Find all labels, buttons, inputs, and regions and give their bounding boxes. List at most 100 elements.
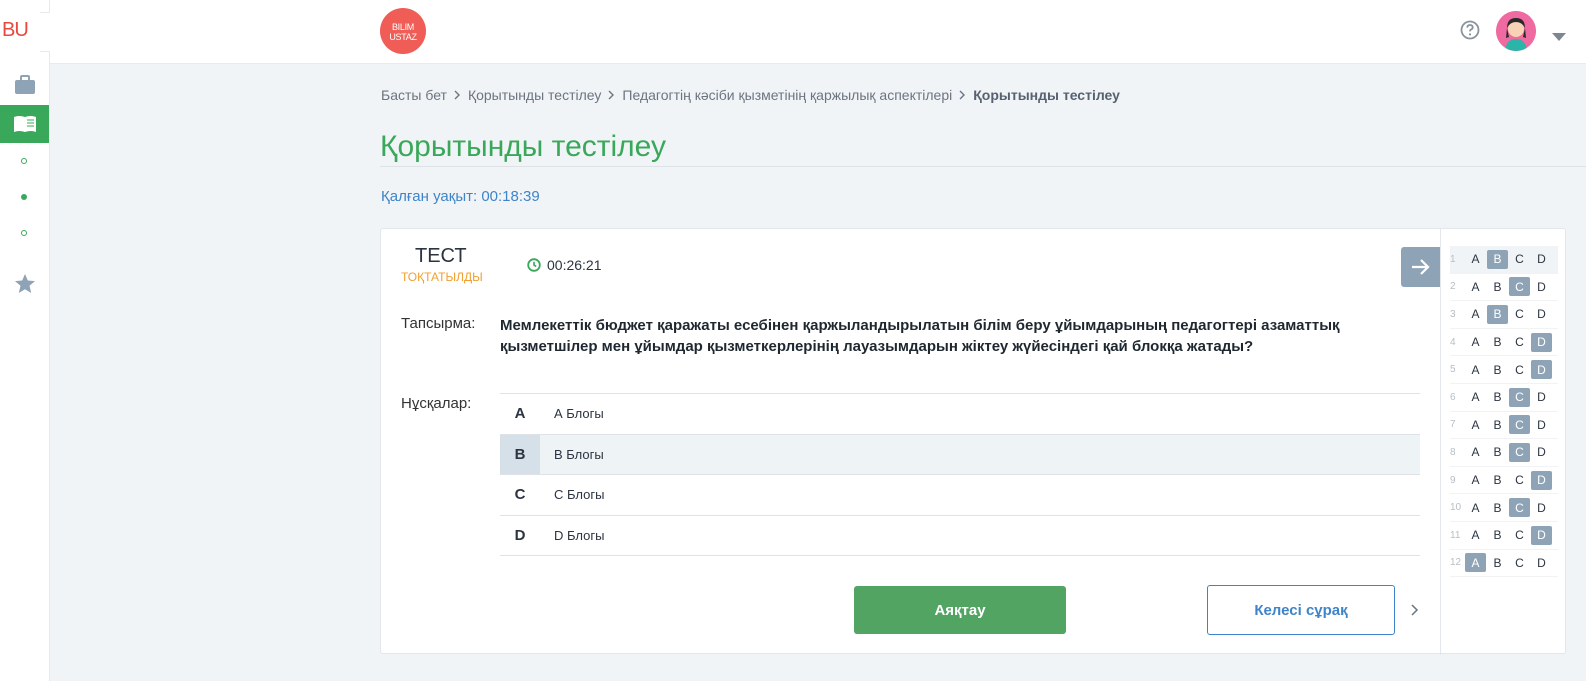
next-chevron-button[interactable] <box>1411 603 1419 621</box>
answer-sheet-row[interactable]: 2ABCD <box>1450 274 1558 302</box>
answer-sheet-row[interactable]: 5ABCD <box>1450 356 1558 384</box>
option-letter: A <box>514 405 526 423</box>
answer-cell-c[interactable]: C <box>1509 387 1530 407</box>
answer-sheet-row[interactable]: 9ABCD <box>1450 467 1558 495</box>
answer-cell-b[interactable]: B <box>1487 498 1508 517</box>
answer-sheet-row[interactable]: 12 A B C D <box>1450 550 1558 578</box>
answer-sheet-row[interactable]: 8ABCD <box>1450 439 1558 467</box>
answer-cell-c[interactable]: C <box>1509 553 1530 572</box>
answer-cell-c[interactable]: C <box>1509 250 1530 269</box>
answer-option-b[interactable]: B В Блогы <box>500 434 1420 475</box>
option-text: А Блогы <box>554 406 604 422</box>
answer-cell-b[interactable]: B <box>1487 360 1508 379</box>
answer-cell-c[interactable]: C <box>1509 305 1530 324</box>
answer-cell-d[interactable]: D <box>1531 443 1552 462</box>
answer-cell-a[interactable]: A <box>1465 360 1486 379</box>
answer-cell-d[interactable]: D <box>1531 498 1552 517</box>
user-avatar[interactable] <box>1496 11 1536 51</box>
answer-cell-a[interactable]: A <box>1465 415 1486 434</box>
option-text: D Блогы <box>554 527 605 543</box>
answer-sheet-row[interactable]: 3ABCD <box>1450 301 1558 329</box>
answer-cell-d[interactable]: D <box>1531 415 1552 434</box>
answer-cell-d[interactable]: D <box>1531 470 1552 490</box>
sidebar-item-favorites[interactable] <box>0 264 49 302</box>
answer-cell-a[interactable]: A <box>1465 333 1486 352</box>
answer-cell-b[interactable]: B <box>1487 553 1508 572</box>
test-status-badge: ТОҚТАТЫЛДЫ <box>401 270 483 284</box>
test-timer: 00:26:21 <box>527 257 602 273</box>
answer-cell-b[interactable]: B <box>1487 526 1508 545</box>
question-number: 4 <box>1450 336 1456 348</box>
answer-cell-b[interactable]: B <box>1487 304 1508 324</box>
answer-cell-d[interactable]: D <box>1531 250 1552 269</box>
answer-cell-b[interactable]: B <box>1487 249 1508 269</box>
toggle-answer-sheet-button[interactable] <box>1401 247 1441 287</box>
help-button[interactable] <box>1460 20 1480 45</box>
answer-cell-d[interactable]: D <box>1531 305 1552 324</box>
answer-sheet-row[interactable]: 1ABCD <box>1450 246 1558 274</box>
sidebar-item-courses[interactable] <box>0 105 49 143</box>
answer-options: A А Блогы B В Блогы C С Блогы D D Блогы <box>500 393 1420 556</box>
answer-cell-b[interactable]: B <box>1487 333 1508 352</box>
sidebar-subitem-dot[interactable] <box>21 230 27 236</box>
user-menu-toggle[interactable] <box>1552 28 1566 46</box>
breadcrumb-current: Қорытынды тестілеу <box>973 87 1120 103</box>
finish-button[interactable]: Аяқтау <box>854 586 1066 634</box>
option-text: С Блогы <box>554 487 605 503</box>
answer-cell-c[interactable]: C <box>1509 498 1530 518</box>
answer-sheet-row[interactable]: 11 A B C D <box>1450 522 1558 550</box>
answer-sheet-row[interactable]: 4ABCD <box>1450 329 1558 357</box>
answer-sheet-row[interactable]: 10 A B C D <box>1450 494 1558 522</box>
answer-cell-d[interactable]: D <box>1531 277 1552 296</box>
sidebar-subitem-dot-active[interactable] <box>21 194 27 200</box>
caret-down-icon <box>1552 33 1566 41</box>
answer-cell-a[interactable]: A <box>1465 305 1486 324</box>
answer-cell-b[interactable]: B <box>1487 415 1508 434</box>
breadcrumb-course-link[interactable]: Педагогтің кәсіби қызметінің қаржылық ас… <box>622 87 952 103</box>
answer-cell-c[interactable]: C <box>1509 415 1530 435</box>
answer-cell-a[interactable]: A <box>1465 498 1486 517</box>
answer-cell-c[interactable]: C <box>1509 277 1530 297</box>
question-number: 7 <box>1450 419 1456 431</box>
answer-cell-a[interactable]: A <box>1465 443 1486 462</box>
answer-option-c[interactable]: C С Блогы <box>500 475 1420 516</box>
answer-cell-d[interactable]: D <box>1531 388 1552 407</box>
answer-cell-d[interactable]: D <box>1531 553 1552 572</box>
topbar: BILIM USTAZ <box>50 0 1586 64</box>
answer-option-a[interactable]: A А Блогы <box>500 394 1420 435</box>
answer-cell-a[interactable]: A <box>1465 388 1486 407</box>
answer-cell-c[interactable]: C <box>1509 360 1530 379</box>
options-label: Нұсқалар: <box>401 395 472 412</box>
answer-sheet-row[interactable]: 6ABCD <box>1450 384 1558 412</box>
answer-cell-d[interactable]: D <box>1531 360 1552 380</box>
answer-cell-d[interactable]: D <box>1531 525 1552 545</box>
answer-cell-a[interactable]: A <box>1465 250 1486 269</box>
question-number: 9 <box>1450 474 1456 486</box>
answer-cell-d[interactable]: D <box>1531 332 1552 352</box>
question-number: 5 <box>1450 364 1456 376</box>
briefcase-icon <box>14 75 35 94</box>
answer-cell-a[interactable]: A <box>1465 553 1486 573</box>
next-question-button[interactable]: Келесі сұрақ <box>1207 585 1395 635</box>
question-number: 8 <box>1450 446 1456 458</box>
answer-cell-c[interactable]: C <box>1509 526 1530 545</box>
answer-cell-b[interactable]: B <box>1487 443 1508 462</box>
answer-cell-b[interactable]: B <box>1487 277 1508 296</box>
test-title: ТЕСТ <box>415 245 467 267</box>
answer-cell-c[interactable]: C <box>1509 442 1530 462</box>
answer-cell-b[interactable]: B <box>1487 471 1508 490</box>
star-icon <box>14 273 35 293</box>
breadcrumb-home-link[interactable]: Басты бет <box>381 87 447 103</box>
answer-option-d[interactable]: D D Блогы <box>500 516 1420 556</box>
answer-cell-b[interactable]: B <box>1487 388 1508 407</box>
answer-cell-a[interactable]: A <box>1465 277 1486 296</box>
answer-cell-c[interactable]: C <box>1509 471 1530 490</box>
answer-cell-a[interactable]: A <box>1465 471 1486 490</box>
answer-cell-c[interactable]: C <box>1509 333 1530 352</box>
site-logo[interactable]: BILIM USTAZ <box>380 8 426 54</box>
sidebar-subitem-dot[interactable] <box>21 158 27 164</box>
breadcrumb-final-testing-link[interactable]: Қорытынды тестілеу <box>468 87 601 103</box>
answer-cell-a[interactable]: A <box>1465 526 1486 545</box>
sidebar-item-briefcase[interactable] <box>0 66 49 104</box>
answer-sheet-row[interactable]: 7ABCD <box>1450 412 1558 440</box>
